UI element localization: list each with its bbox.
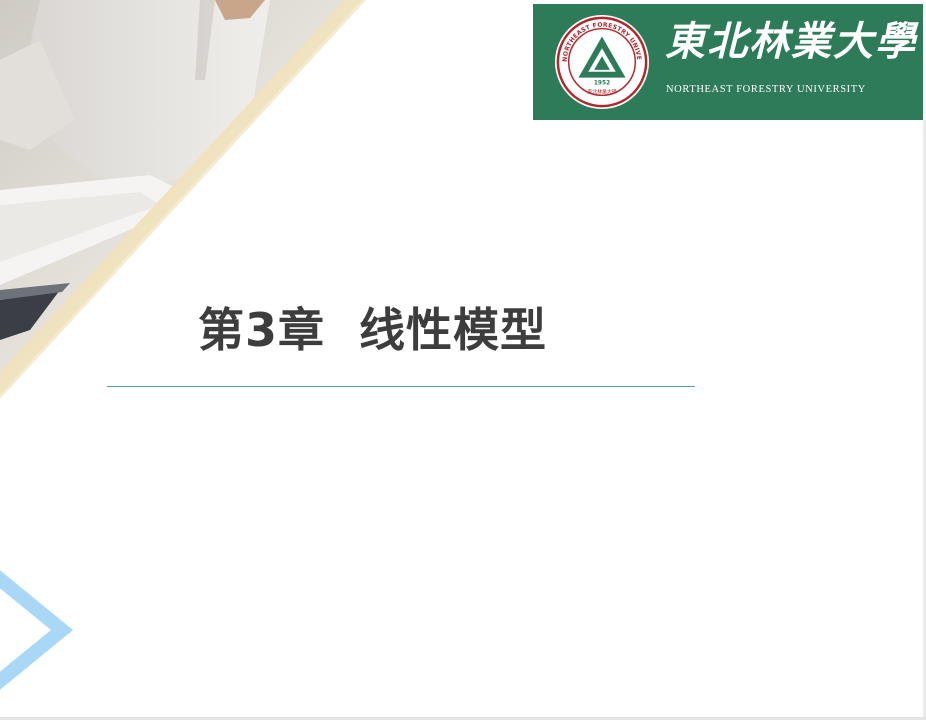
university-name-english: NORTHEAST FORESTRY UNIVERSITY — [666, 84, 866, 95]
emblem-motto: 東北林業大學 — [587, 88, 616, 95]
slide-title: 第3章 线性模型 — [198, 303, 548, 357]
university-name-chinese: 東北林業大學 — [665, 18, 917, 65]
title-underline-divider — [107, 386, 695, 387]
slide: NORTHEAST FORESTRY UNIVERSITY 1952 東北林業大… — [0, 0, 926, 720]
university-logo-banner: NORTHEAST FORESTRY UNIVERSITY 1952 東北林業大… — [533, 4, 923, 120]
university-emblem-icon: NORTHEAST FORESTRY UNIVERSITY 1952 東北林業大… — [553, 13, 650, 110]
emblem-year: 1952 — [594, 81, 610, 87]
chevron-right-icon — [0, 570, 74, 690]
